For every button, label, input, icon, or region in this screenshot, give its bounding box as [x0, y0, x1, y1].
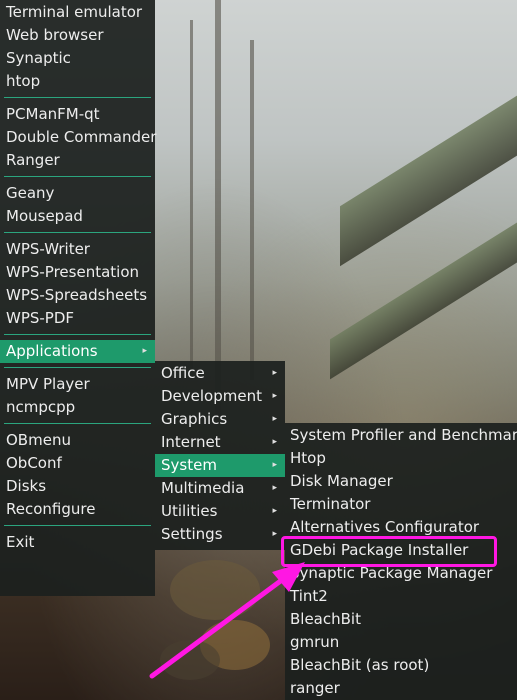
highlight-box: [281, 536, 497, 567]
submenu-item-utilities[interactable]: Utilities ▸: [155, 500, 285, 523]
menu-item-label: Office: [161, 364, 205, 382]
menu-item-label: System: [161, 456, 217, 474]
menu-item-synaptic[interactable]: Synaptic: [0, 47, 155, 70]
submenu-arrow-icon: ▸: [272, 391, 277, 401]
submenu-arrow-icon: ▸: [272, 529, 277, 539]
submenu-item-office[interactable]: Office ▸: [155, 362, 285, 385]
menu-item-wps-presentation[interactable]: WPS-Presentation: [0, 261, 155, 284]
system-item-ranger[interactable]: ranger: [285, 677, 517, 700]
menu-item-web-browser[interactable]: Web browser: [0, 24, 155, 47]
menu-item-label: Multimedia: [161, 479, 245, 497]
submenu-arrow-icon: ▸: [272, 460, 277, 470]
menu-separator: [4, 97, 151, 98]
menu-item-wps-spreadsheets[interactable]: WPS-Spreadsheets: [0, 284, 155, 307]
system-item-bleachbit[interactable]: BleachBit: [285, 608, 517, 631]
menu-item-obmenu[interactable]: OBmenu: [0, 429, 155, 452]
menu-item-mpv-player[interactable]: MPV Player: [0, 373, 155, 396]
menu-separator: [4, 232, 151, 233]
menu-item-label: Applications: [6, 342, 98, 360]
menu-item-exit[interactable]: Exit: [0, 531, 155, 554]
submenu-item-internet[interactable]: Internet ▸: [155, 431, 285, 454]
system-item-gmrun[interactable]: gmrun: [285, 631, 517, 654]
menu-item-wps-pdf[interactable]: WPS-PDF: [0, 307, 155, 330]
menu-item-obconf[interactable]: ObConf: [0, 452, 155, 475]
submenu-item-settings[interactable]: Settings ▸: [155, 523, 285, 546]
menu-item-wps-writer[interactable]: WPS-Writer: [0, 238, 155, 261]
menu-item-label: Graphics: [161, 410, 228, 428]
menu-separator: [4, 176, 151, 177]
menu-separator: [4, 525, 151, 526]
system-item-terminator[interactable]: Terminator: [285, 493, 517, 516]
submenu-item-development[interactable]: Development ▸: [155, 385, 285, 408]
system-item-bleachbit-root[interactable]: BleachBit (as root): [285, 654, 517, 677]
menu-separator: [4, 423, 151, 424]
menu-item-terminal-emulator[interactable]: Terminal emulator: [0, 1, 155, 24]
menu-item-label: Development: [161, 387, 262, 405]
root-menu: Terminal emulator Web browser Synaptic h…: [0, 0, 156, 596]
submenu-arrow-icon: ▸: [272, 414, 277, 424]
submenu-arrow-icon: ▸: [142, 346, 147, 356]
menu-item-pcmanfm-qt[interactable]: PCManFM-qt: [0, 103, 155, 126]
submenu-arrow-icon: ▸: [272, 506, 277, 516]
menu-item-label: Settings: [161, 525, 223, 543]
submenu-arrow-icon: ▸: [272, 483, 277, 493]
menu-item-disks[interactable]: Disks: [0, 475, 155, 498]
system-item-htop[interactable]: Htop: [285, 447, 517, 470]
submenu-item-multimedia[interactable]: Multimedia ▸: [155, 477, 285, 500]
menu-separator: [4, 367, 151, 368]
menu-item-label: Internet: [161, 433, 221, 451]
submenu-item-graphics[interactable]: Graphics ▸: [155, 408, 285, 431]
menu-item-reconfigure[interactable]: Reconfigure: [0, 498, 155, 521]
system-item-profiler[interactable]: System Profiler and Benchmark: [285, 424, 517, 447]
menu-item-double-commander[interactable]: Double Commander: [0, 126, 156, 149]
menu-item-geany[interactable]: Geany: [0, 182, 155, 205]
submenu-arrow-icon: ▸: [272, 368, 277, 378]
menu-item-applications[interactable]: Applications ▸: [0, 340, 155, 363]
applications-submenu: Office ▸ Development ▸ Graphics ▸ Intern…: [155, 361, 285, 550]
menu-item-mousepad[interactable]: Mousepad: [0, 205, 155, 228]
submenu-arrow-icon: ▸: [272, 437, 277, 447]
submenu-item-system[interactable]: System ▸: [155, 454, 285, 477]
system-item-tint2[interactable]: Tint2: [285, 585, 517, 608]
menu-item-ranger[interactable]: Ranger: [0, 149, 155, 172]
menu-item-htop[interactable]: htop: [0, 70, 155, 93]
system-item-disk-manager[interactable]: Disk Manager: [285, 470, 517, 493]
menu-item-ncmpcpp[interactable]: ncmpcpp: [0, 396, 155, 419]
menu-separator: [4, 334, 151, 335]
menu-item-label: Utilities: [161, 502, 218, 520]
